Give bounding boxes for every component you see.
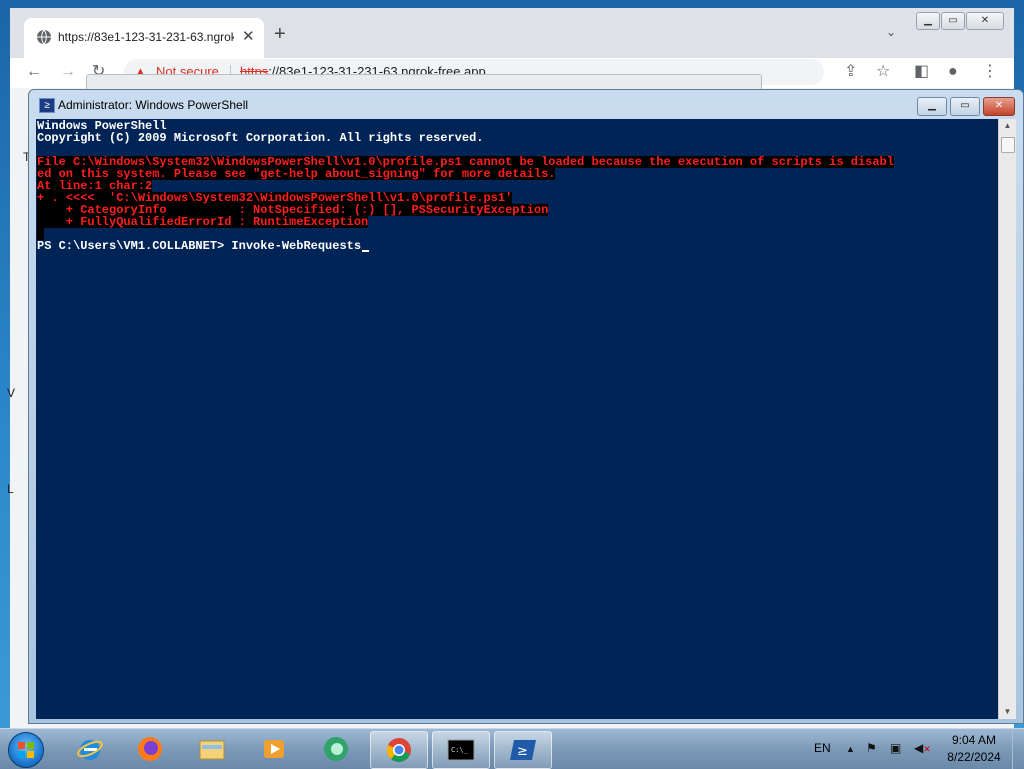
console-line: PS C:\Users\VM1.COLLABNET> Invoke-WebReq… xyxy=(37,240,370,252)
chrome-minimize-button[interactable]: ▁ xyxy=(916,12,940,30)
folder-icon xyxy=(199,740,225,760)
chrome-caption-buttons: ▁ ▭ ✕ xyxy=(916,12,1006,30)
network-icon[interactable]: ▣ xyxy=(890,741,901,755)
action-center-flag-icon[interactable]: ⚑ xyxy=(866,741,877,755)
volume-muted-icon[interactable]: ◀✕ xyxy=(914,741,931,755)
chrome-tabstrip: https://83e1-123-31-231-63.ngrok-free.ap… xyxy=(10,8,1014,58)
green-app-icon xyxy=(324,737,348,761)
vertical-scrollbar[interactable]: ▲ ▼ xyxy=(998,119,1016,719)
page-fragment: L xyxy=(7,482,14,496)
start-button[interactable] xyxy=(8,732,44,768)
taskbar-chrome[interactable] xyxy=(370,731,428,769)
powershell-taskbar-icon: ≥ xyxy=(510,740,536,760)
chrome-maximize-button[interactable]: ▭ xyxy=(941,12,965,30)
ps-close-button[interactable]: ✕ xyxy=(983,97,1015,116)
forward-icon[interactable]: → xyxy=(60,62,76,82)
profile-icon[interactable]: ● xyxy=(948,62,958,82)
taskbar-file-explorer[interactable] xyxy=(184,731,240,767)
tab-search-icon[interactable]: ⌄ xyxy=(886,25,896,39)
media-player-icon xyxy=(264,740,284,758)
taskbar-internet-explorer[interactable] xyxy=(62,731,118,767)
new-tab-button[interactable]: + xyxy=(274,24,286,44)
console-output[interactable]: Windows PowerShell Copyright (C) 2009 Mic… xyxy=(36,119,998,719)
console-error-line: + FullyQualifiedErrorId : RuntimeExcepti… xyxy=(37,215,369,229)
chrome-close-button[interactable]: ✕ xyxy=(966,12,1004,30)
clock-time[interactable]: 9:04 AM xyxy=(944,733,1004,747)
console-line: Copyright (C) 2009 Microsoft Corporation… xyxy=(37,131,484,145)
browser-tab[interactable]: https://83e1-123-31-231-63.ngrok-free.ap… xyxy=(24,18,264,58)
command-prompt-icon: C:\_ xyxy=(447,739,475,761)
ps-maximize-button[interactable]: ▭ xyxy=(950,97,980,116)
ps-minimize-button[interactable]: ▁ xyxy=(917,97,947,116)
text-cursor xyxy=(362,250,370,252)
taskbar: C:\_ ≥ EN ▲ ⚑ ▣ ◀✕ 9:04 AM 8/22/2024 xyxy=(0,728,1024,769)
tab-close-icon[interactable]: ✕ xyxy=(242,27,255,45)
tab-title: https://83e1-123-31-231-63.ngrok-free.ap… xyxy=(58,30,234,44)
internet-explorer-icon xyxy=(77,740,103,760)
bookmark-star-icon[interactable]: ☆ xyxy=(876,62,890,82)
page-fragment: V xyxy=(7,386,16,400)
chrome-icon xyxy=(386,738,411,762)
globe-icon xyxy=(37,29,51,45)
menu-icon[interactable]: ⋮ xyxy=(982,62,998,82)
svg-text:C:\_: C:\_ xyxy=(451,746,469,754)
clock-date[interactable]: 8/22/2024 xyxy=(944,750,1004,764)
language-indicator[interactable]: EN xyxy=(814,741,831,755)
scroll-up-icon[interactable]: ▲ xyxy=(999,119,1016,133)
taskbar-command-prompt[interactable]: C:\_ xyxy=(432,731,490,769)
taskbar-firefox[interactable] xyxy=(122,731,178,767)
svg-text:≥: ≥ xyxy=(517,744,528,759)
show-desktop-button[interactable] xyxy=(1012,729,1024,769)
scroll-down-icon[interactable]: ▼ xyxy=(999,705,1016,719)
windows-flag-icon xyxy=(18,742,34,758)
back-icon[interactable]: ← xyxy=(26,62,42,82)
tray-overflow-icon[interactable]: ▲ xyxy=(846,744,855,754)
share-icon[interactable]: ⇪ xyxy=(844,62,857,82)
taskbar-app-green[interactable] xyxy=(308,731,364,767)
taskbar-media-player[interactable] xyxy=(246,731,302,767)
scroll-thumb[interactable] xyxy=(1001,137,1015,153)
firefox-icon xyxy=(138,737,162,761)
side-panel-icon[interactable]: ◧ xyxy=(914,62,929,82)
taskbar-powershell[interactable]: ≥ xyxy=(494,731,552,769)
powershell-icon: ≥ xyxy=(39,98,55,113)
powershell-window[interactable]: ≥ Administrator: Windows PowerShell ▁ ▭ … xyxy=(28,89,1024,724)
window-title: Administrator: Windows PowerShell xyxy=(58,98,249,112)
